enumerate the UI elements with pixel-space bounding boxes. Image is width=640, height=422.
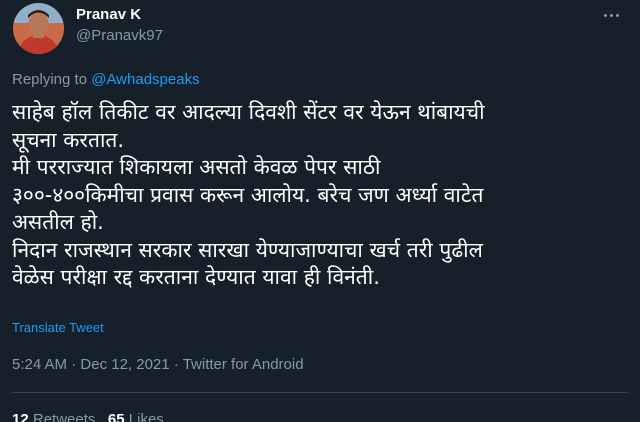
tweet-line: ३००-४००किमीचा प्रवास करून आलोय. बरेच जण … bbox=[12, 182, 484, 207]
tweet-text: साहेब हॉल तिकीट वर आदल्या दिवशी सेंटर वर… bbox=[12, 99, 628, 292]
retweets-label: Retweets bbox=[32, 411, 96, 422]
tweet-line: वेळेस परीक्षा रद्द करताना देण्यात यावा ह… bbox=[12, 265, 380, 289]
translate-tweet-link[interactable]: Translate Tweet bbox=[12, 320, 104, 336]
likes-count: 65 bbox=[107, 411, 125, 422]
more-options-button[interactable] bbox=[598, 5, 624, 25]
retweets-count: 12 bbox=[12, 411, 29, 422]
likes-stat[interactable]: 65 Likes bbox=[108, 411, 164, 422]
divider bbox=[12, 392, 628, 393]
tweet-meta: 5:24 AM · Dec 12, 2021 · Twitter for And… bbox=[12, 356, 304, 374]
tweet-time[interactable]: 5:24 AM bbox=[12, 356, 67, 373]
tweet-date[interactable]: Dec 12, 2021 bbox=[80, 356, 169, 373]
meta-separator: · bbox=[67, 356, 81, 373]
tweet-line: निदान राजस्थान सरकार सारखा येण्याजाण्याच… bbox=[12, 237, 483, 262]
avatar[interactable] bbox=[13, 3, 64, 54]
tweet-line: साहेब हॉल तिकीट वर आदल्या दिवशी सेंटर वर… bbox=[12, 100, 485, 124]
reply-target-link[interactable]: @Awhadspeaks bbox=[91, 71, 199, 88]
tweet-source[interactable]: Twitter for Android bbox=[183, 356, 304, 373]
tweet-line: असतील हो. bbox=[12, 210, 104, 234]
replying-to-label: Replying to bbox=[12, 71, 92, 88]
retweets-stat[interactable]: 12 Retweets bbox=[12, 411, 95, 422]
author-display-name[interactable]: Pranav K bbox=[76, 6, 141, 24]
tweet-line: मी परराज्यात शिकायला असतो केवळ पेपर साठी bbox=[12, 155, 381, 179]
meta-separator: · bbox=[169, 356, 183, 373]
replying-to: Replying to @Awhadspeaks bbox=[12, 71, 200, 89]
tweet-stats: 12 Retweets 65 Likes bbox=[12, 411, 164, 422]
more-options-icon bbox=[603, 13, 607, 17]
more-options-icon-dot bbox=[609, 13, 613, 17]
likes-label: Likes bbox=[128, 411, 164, 422]
tweet-line: सूचना करतात. bbox=[12, 127, 125, 152]
author-handle[interactable]: @Pranavk97 bbox=[76, 27, 163, 45]
more-options-icon-dot bbox=[615, 13, 619, 17]
profile-photo-icon bbox=[13, 3, 64, 54]
